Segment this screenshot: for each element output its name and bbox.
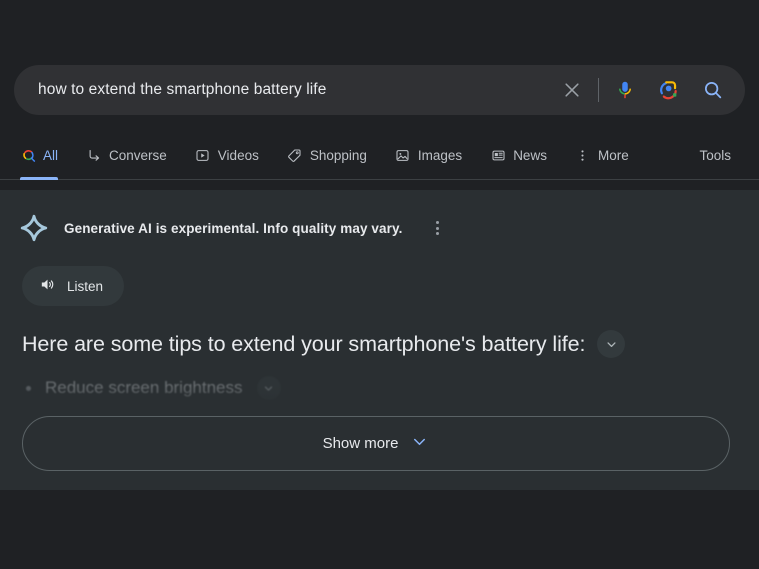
tab-shopping[interactable]: Shopping	[287, 132, 367, 179]
search-actions	[550, 65, 735, 115]
tab-converse[interactable]: Converse	[86, 132, 167, 179]
ai-answer-bullet: Reduce screen brightness	[26, 376, 759, 400]
tools-button[interactable]: Tools	[699, 148, 731, 163]
search-bar-row	[14, 65, 745, 115]
tab-label: Shopping	[309, 148, 367, 163]
ai-answer-heading: Here are some tips to extend your smartp…	[22, 331, 586, 356]
tab-images[interactable]: Images	[395, 132, 462, 179]
tab-label: More	[597, 148, 629, 163]
speaker-icon	[39, 276, 56, 296]
tab-news[interactable]: News	[490, 132, 547, 179]
ai-answer-heading-row: Here are some tips to extend your smartp…	[22, 330, 759, 358]
bullet-expand-chevron-down-icon[interactable]	[256, 376, 281, 400]
kebab-dot	[436, 226, 440, 230]
show-more-label: Show more	[322, 435, 399, 452]
clear-search-button[interactable]	[550, 68, 594, 112]
search-icon	[704, 81, 722, 99]
bullet-label: Reduce screen brightness	[45, 378, 243, 397]
tab-label: All	[43, 148, 59, 163]
voice-search-button[interactable]	[603, 68, 647, 112]
tab-more[interactable]: More	[575, 132, 629, 179]
heading-expand-chevron-down-icon[interactable]	[597, 330, 626, 358]
google-search-icon	[20, 148, 36, 164]
generative-ai-panel: Generative AI is experimental. Info qual…	[0, 190, 759, 490]
tab-label: Images	[417, 148, 463, 163]
listen-button-label: Listen	[67, 278, 104, 294]
image-picture-icon	[395, 148, 411, 164]
search-divider	[598, 78, 599, 102]
sparkle-diamond-icon	[18, 212, 50, 244]
page-bottom-area	[0, 490, 759, 569]
search-tabs: All Converse Videos Shopping Images News…	[0, 132, 759, 180]
tab-all[interactable]: All	[20, 132, 59, 180]
bullet-dot-icon	[26, 385, 31, 391]
kebab-dot	[436, 221, 440, 224]
submit-search-button[interactable]	[691, 68, 735, 112]
converse-arrow-icon	[86, 148, 102, 164]
search-header	[0, 0, 759, 132]
tab-label: Videos	[217, 148, 259, 163]
search-tabs-bar: All Converse Videos Shopping Images News…	[0, 132, 759, 180]
ai-options-menu-icon[interactable]	[432, 215, 443, 241]
microphone-icon	[619, 81, 631, 99]
google-lens-icon	[660, 81, 677, 100]
ai-disclaimer-text: Generative AI is experimental. Info qual…	[64, 220, 403, 236]
search-input[interactable]	[38, 81, 550, 99]
show-more-button[interactable]: Show more	[22, 416, 730, 471]
ai-disclaimer-row: Generative AI is experimental. Info qual…	[0, 190, 759, 244]
tab-label: News	[513, 148, 547, 163]
kebab-dot	[436, 232, 440, 235]
more-vertical-dots-icon	[575, 148, 591, 164]
show-more-chevron-down-icon	[410, 432, 429, 455]
news-paper-icon	[490, 148, 506, 164]
listen-button[interactable]: Listen	[22, 266, 125, 306]
lens-search-button[interactable]	[647, 68, 691, 112]
video-play-icon	[195, 148, 211, 164]
tab-label: Converse	[109, 148, 167, 163]
close-icon	[565, 83, 579, 97]
tab-videos[interactable]: Videos	[195, 132, 259, 179]
search-box[interactable]	[14, 65, 745, 115]
shopping-tag-icon	[287, 148, 303, 164]
